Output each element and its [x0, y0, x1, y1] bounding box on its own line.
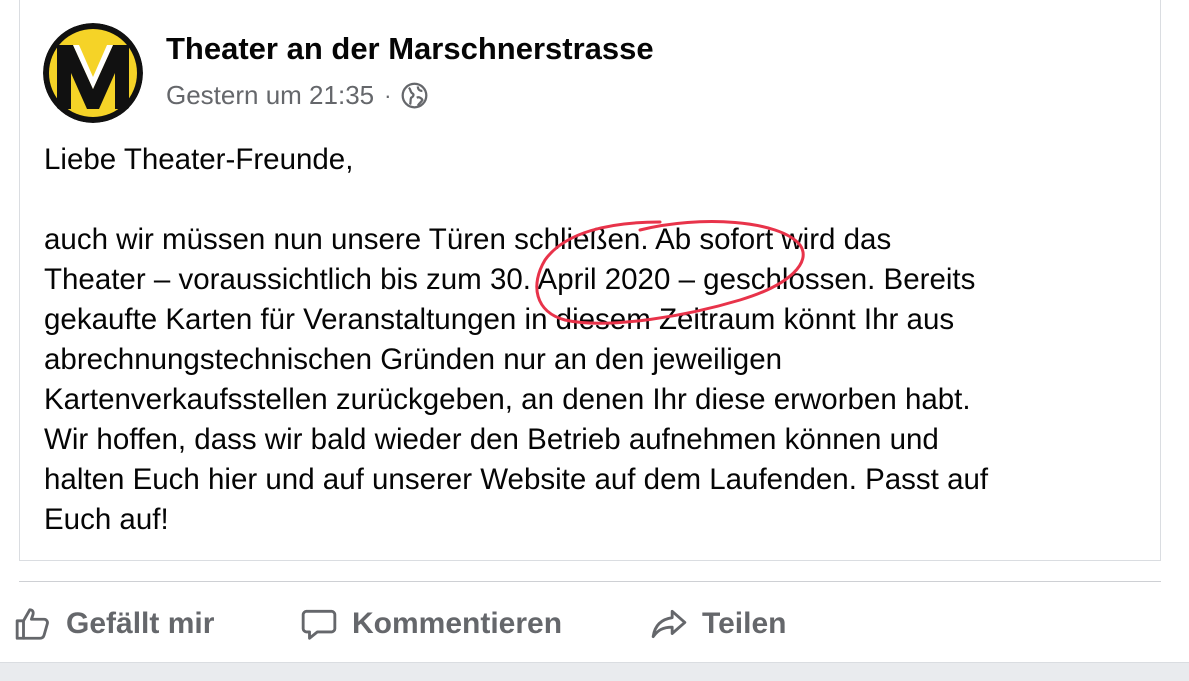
post-meta: Gestern um 21:35 ·	[166, 80, 428, 111]
post-greeting: Liebe Theater-Freunde,	[44, 143, 354, 176]
post-line: halten Euch hier und auf unserer Website…	[44, 463, 989, 496]
post-line: auch wir müssen nun unsere Türen schließ…	[44, 223, 892, 256]
share-button[interactable]: Teilen	[650, 596, 786, 652]
post-line: Theater – voraussichtlich bis zum 30. Ap…	[44, 263, 976, 296]
feed-separator-band	[0, 662, 1189, 681]
post-timestamp[interactable]: Gestern um 21:35	[166, 80, 374, 111]
like-label: Gefällt mir	[66, 607, 215, 640]
page-name[interactable]: Theater an der Marschnerstrasse	[166, 31, 654, 67]
share-arrow-icon	[651, 609, 687, 639]
share-label: Teilen	[702, 607, 787, 640]
comment-label: Kommentieren	[352, 607, 563, 640]
globe-icon[interactable]	[401, 82, 428, 109]
comment-button[interactable]: Kommentieren	[300, 596, 562, 652]
meta-separator: ·	[384, 82, 392, 108]
theater-logo-icon	[43, 23, 143, 123]
like-button[interactable]: Gefällt mir	[14, 596, 214, 652]
actions-divider	[19, 581, 1161, 582]
page-avatar[interactable]	[43, 23, 143, 123]
comment-bubble-icon	[301, 609, 337, 640]
post-line: Wir hoffen, dass wir bald wieder den Bet…	[44, 423, 939, 456]
facebook-post-screen: Theater an der Marschnerstrasse Gestern …	[0, 0, 1189, 681]
post-actions-bar: Gefällt mir Kommentieren Teilen	[0, 596, 1189, 652]
post-line: abrechnungstechnischen Gründen nur an de…	[44, 343, 783, 376]
thumbs-up-icon	[15, 608, 49, 640]
post-line: Kartenverkaufsstellen zurückgeben, an de…	[44, 383, 971, 416]
post-line: gekaufte Karten für Veranstaltungen in d…	[44, 303, 955, 336]
post-body: Liebe Theater-Freunde, auch wir müssen n…	[44, 140, 1154, 540]
post-line: Euch auf!	[44, 503, 169, 536]
